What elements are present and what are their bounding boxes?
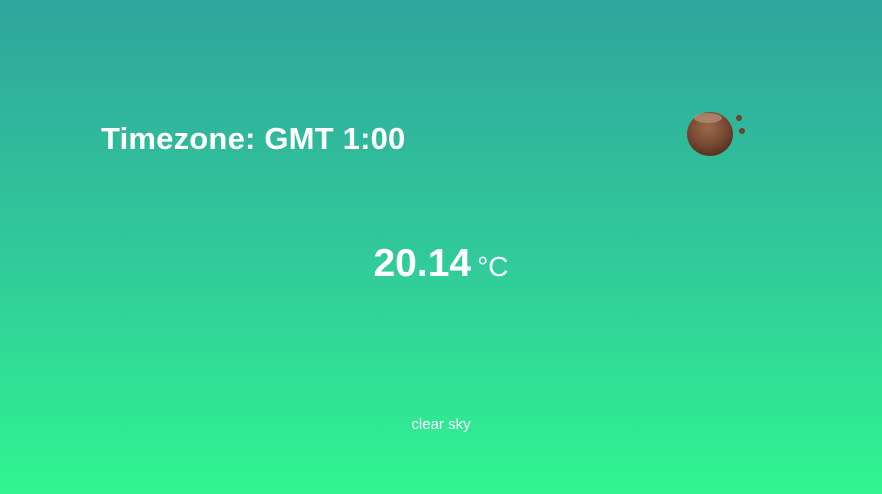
timezone-label: Timezone: GMT 1:00 [101, 121, 406, 156]
temperature-unit: °C [477, 251, 509, 282]
weather-page: { "timezone": { "label": "Timezone: GMT … [0, 0, 882, 494]
clear-sky-icon [684, 108, 750, 160]
temperature-value: 20.14 [373, 242, 472, 285]
temperature-display: 20.14 °C [0, 242, 882, 286]
weather-description: clear sky [411, 416, 471, 433]
